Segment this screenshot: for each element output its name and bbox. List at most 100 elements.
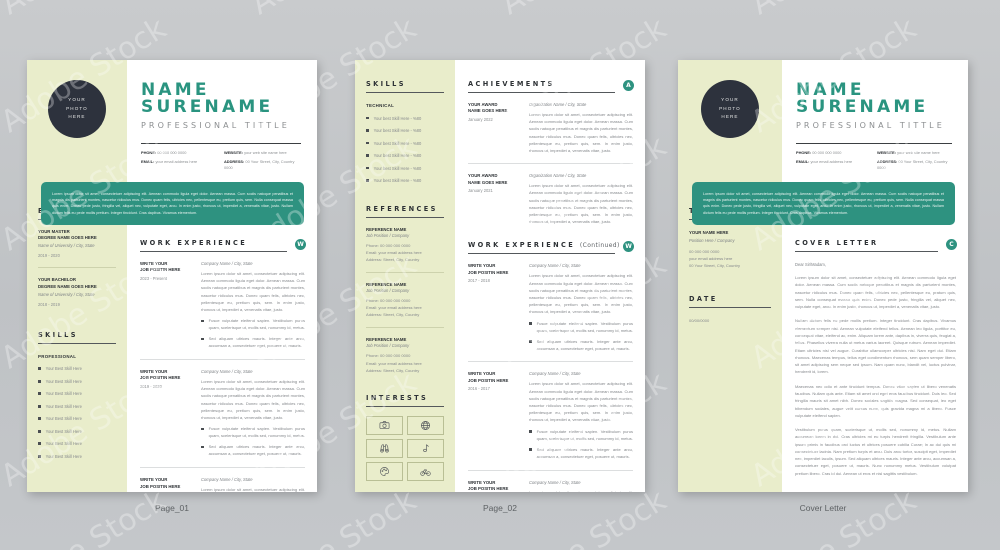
entry-paragraph: Lorem ipsum dolor sit amet, consectetuer…	[529, 489, 633, 493]
education-university: Name of University / City, State	[38, 291, 95, 297]
cover-letter-paragraph: Nullam dictum felis eu pede mollis preti…	[795, 318, 956, 375]
skill-label: Your best Skill Here - %80	[373, 153, 422, 158]
page-02-caption: Page_02	[482, 503, 518, 513]
photo-placeholder-cl[interactable]: YOUR PHOTO HERE	[701, 80, 759, 138]
entry-right: Company Name / City, State Lorem ipsum do…	[201, 477, 305, 492]
skill-item: Your best Skill Here - %80	[366, 116, 444, 121]
to-address: 00 Your Street, City, Country	[689, 263, 740, 269]
achievements-rule	[468, 92, 615, 93]
entry-paragraph: Lorem ipsum dolor sit amet, consectetuer…	[529, 273, 633, 315]
bullet-square-icon	[201, 337, 204, 341]
entry-bullet-list: Fusce vulputate eleifend sapien. Vestibu…	[529, 429, 633, 461]
cover-letter-paragraph: Maecenas nec odio et ante tincidunt temp…	[795, 383, 956, 418]
contact-item: ADDRESS: 00 Your Street, City, Country 0…	[224, 158, 295, 170]
bullet-square-icon	[366, 116, 369, 120]
entry-bullet: Fusce vulputate eleifend sapien. Vestibu…	[201, 426, 305, 440]
resume-template-sheets: YOUR PHOTO HERE EDUCATION YOUR MASTERDEG…	[0, 0, 1000, 550]
page-01-sidebar: YOUR PHOTO HERE EDUCATION YOUR MASTERDEG…	[27, 60, 127, 492]
skill-label: Your best Skill Here - %80	[373, 140, 422, 146]
entry-title: YOUR AWARD NAME GOES HERE	[468, 173, 520, 186]
achievements-section: A ACHIEVEMENTS YOUR AWARD NAME GOES HERE J…	[455, 60, 645, 225]
skills-heading-p1: SKILLS	[38, 330, 78, 339]
globe-icon	[421, 420, 430, 430]
entry-bullet: Sed aliquam ultrices mauris. Integer ant…	[529, 447, 633, 461]
entry-left: YOUR AWARD NAME GOES HERE January 2021	[468, 173, 520, 225]
education-list: YOUR MASTER DEGREE NAME GOES HERE Name of …	[38, 229, 116, 307]
skills-heading-p2: SKILLS	[366, 80, 406, 88]
reference-address: Address: Street, City, Country	[366, 257, 420, 263]
date-value: 00/00/0000	[689, 318, 710, 324]
entry-organization: Company Name / City, State	[201, 369, 253, 375]
entry-left: WRITE YOUR JOB POSITIN HERE 2019 - 2020	[140, 369, 192, 458]
entry-right: Organization Name / City, State Lorem ips…	[529, 173, 633, 225]
skill-item: Your Best Skill Here	[38, 404, 116, 409]
reference-contact: Phone: 00 000 000 0000 Email: your email …	[366, 352, 444, 373]
work-experience-section-p1: W WORK EXPERIENCE WRITE YOUR JOB POSITIN …	[127, 225, 317, 492]
page-02-sidebar: SKILLS TECHNICAL Your best Skill Here - …	[355, 60, 455, 492]
entry-title: WRITE YOUR JOB POSITIN HERE	[140, 369, 192, 382]
date-section: DATE 00/00/0000	[678, 295, 782, 324]
entry-left: WRITE YOUR JOB POSITIN HERE 2023 - Present	[140, 261, 192, 350]
photo-placeholder-wrap-cl: YOUR PHOTO HERE	[678, 60, 782, 138]
entry-organization: Company Name / City, State	[529, 371, 581, 377]
entry-bullet-text: Fusce vulputate eleifend sapien. Vestibu…	[536, 320, 633, 333]
entry-left: WRITE YOURJOB POSITIN HERE2015 - 2016	[468, 480, 520, 493]
reference-position: Job Position / Company	[366, 343, 410, 349]
entry-bullet-text: Fusce vulputate eleifend sapien. Vestibu…	[208, 426, 305, 439]
entry-bullet-text: Sed aliquam ultrices mauris. Integer ant…	[208, 444, 305, 457]
cover-letter-heading: COVER LETTER	[795, 239, 879, 248]
entry-title-line2: JOB POSITIN HERE	[140, 267, 181, 273]
entry-bullet: Sed aliquam ultrices mauris. Integer ant…	[529, 339, 633, 353]
photo-placeholder-wrap: YOUR PHOTO HERE	[27, 60, 127, 138]
cover-letter-body: C COVER LETTER Dear Sir/Madam, Lorem ips…	[782, 225, 968, 492]
bullet-square-icon	[38, 454, 41, 458]
photo-placeholder[interactable]: YOUR PHOTO HERE	[48, 80, 106, 138]
entry-organization: Organization Name / City, State	[529, 102, 587, 107]
bullet-square-icon	[201, 445, 204, 449]
to-email: your email address here	[689, 256, 733, 262]
work-rule-p1	[140, 251, 287, 253]
entry-row: WRITE YOUR JOB POSITIN HERE 2019 - 2020 Com…	[140, 369, 305, 458]
skill-item: Your Best Skill Here	[38, 379, 116, 384]
cover-letter-sheet[interactable]: YOUR PHOTO HERE TO YOUR NAME HERE Positi…	[678, 60, 968, 492]
skill-item: Your Best Skill Here	[38, 441, 116, 446]
entry-right: Company Name / City, State Lorem ipsum do…	[529, 371, 633, 460]
entry-paragraph: Lorem ipsum dolor sit amet, consectetuer…	[201, 379, 305, 421]
page-01-sheet[interactable]: YOUR PHOTO HERE EDUCATION YOUR MASTERDEG…	[27, 60, 317, 492]
entry-row: YOUR AWARD NAME GOES HERE January 2022 Orga…	[468, 102, 633, 154]
cover-letter-sidebar: YOUR PHOTO HERE TO YOUR NAME HERE Positi…	[678, 60, 782, 492]
reference-contact: Phone: 00 000 000 0000 Email: your email …	[366, 242, 444, 263]
photo-line-1-cl: YOUR	[721, 97, 739, 103]
entry-title: WRITE YOUR JOB POSITIN HERE	[468, 371, 520, 384]
interests-rule	[366, 405, 444, 407]
entry-bullet: Fusce vulputate eleifend sapien. Vestibu…	[529, 321, 633, 335]
achievements-badge: A	[623, 80, 634, 91]
bullet-square-icon	[366, 179, 369, 182]
entry-row: WRITE YOURJOB POSITIN HERE2018 - 2019 Com…	[140, 477, 305, 492]
candidate-name-cl: NAME SURENAME	[796, 80, 929, 117]
entry-paragraph: Lorem ipsum dolor sit amet, consectetuer…	[529, 112, 633, 154]
entry-title-line2: NAME GOES HERE	[468, 179, 508, 185]
reference-position: Job Position / Company	[366, 288, 410, 294]
entry-title-line2: NAME GOES HERE	[468, 108, 508, 114]
reference-position: Job Position / Company	[366, 233, 410, 238]
interests-heading: INTERESTS	[366, 393, 429, 402]
skills-subheading-p2: TECHNICAL	[366, 103, 395, 108]
entry-organization: Company Name / City, State	[529, 263, 581, 269]
entry-divider	[468, 469, 633, 471]
work-heading-p2: WORK EXPERIENCE (Continued)	[468, 241, 633, 249]
page-02-sheet[interactable]: SKILLS TECHNICAL Your best Skill Here - …	[355, 60, 645, 492]
education-degree: YOUR BACHELOR DEGREE NAME GOES HERE	[38, 277, 116, 290]
work-badge-p2: W	[623, 241, 634, 253]
skill-item: Your Best Skill Here	[38, 391, 116, 396]
entry-right: Organization Name / City, State Lorem ips…	[529, 102, 633, 154]
interest-icon-cell	[366, 438, 403, 458]
photo-line-3-cl: HERE	[721, 114, 739, 120]
entry-date: 2023 - Present	[140, 275, 167, 281]
bullet-square-icon	[201, 427, 204, 431]
palette-icon	[380, 466, 389, 476]
reference-address: Address: Street, City, Country	[366, 312, 420, 318]
entry-paragraph: Lorem ipsum dolor sit amet, consectetuer…	[201, 271, 305, 313]
reference-email: Email: your email address here	[366, 250, 422, 256]
reference-phone: Phone: 00 000 000 0000	[366, 243, 411, 248]
